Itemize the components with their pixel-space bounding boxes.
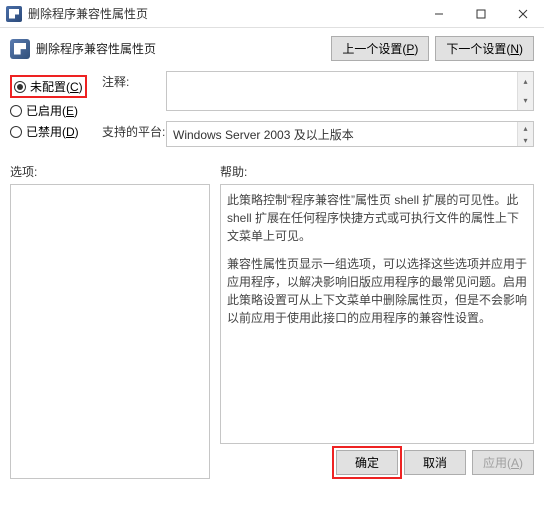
apply-button[interactable]: 应用(A) [472,450,534,475]
app-icon [6,6,22,22]
comment-input[interactable]: ▴ ▾ [166,71,534,111]
policy-icon [10,39,30,59]
titlebar: 删除程序兼容性属性页 [0,0,544,28]
comment-label: 注释: [102,71,166,90]
radio-enabled[interactable]: 已启用(E) [10,102,90,119]
help-label: 帮助: [220,163,534,180]
options-box [10,184,210,479]
close-button[interactable] [502,0,544,27]
scroll-up-icon[interactable]: ▴ [517,122,533,134]
scroll-up-icon[interactable]: ▴ [517,72,533,91]
platform-value: Windows Server 2003 及以上版本 [173,128,354,142]
next-setting-button[interactable]: 下一个设置(N) [435,36,534,61]
options-label: 选项: [10,163,210,180]
help-paragraph: 兼容性属性页显示一组选项，可以选择这些选项并应用于应用程序，以解决影响旧版应用程… [227,255,527,327]
platform-label: 支持的平台: [102,121,166,140]
heading-text: 删除程序兼容性属性页 [36,40,156,57]
radio-indicator [10,126,22,138]
minimize-button[interactable] [418,0,460,27]
window-title: 删除程序兼容性属性页 [28,5,418,22]
radio-not-configured[interactable]: 未配置(C) [10,75,90,98]
radio-indicator [14,81,26,93]
supported-platform-field: Windows Server 2003 及以上版本 ▴ ▾ [166,121,534,147]
help-paragraph: 此策略控制“程序兼容性”属性页 shell 扩展的可见性。此 shell 扩展在… [227,191,527,245]
cancel-button[interactable]: 取消 [404,450,466,475]
radio-disabled[interactable]: 已禁用(D) [10,123,90,140]
help-textarea: 此策略控制“程序兼容性”属性页 shell 扩展的可见性。此 shell 扩展在… [220,184,534,444]
scroll-down-icon[interactable]: ▾ [517,91,533,110]
scroll-down-icon[interactable]: ▾ [517,134,533,146]
maximize-button[interactable] [460,0,502,27]
radio-indicator [10,105,22,117]
ok-button[interactable]: 确定 [336,450,398,475]
previous-setting-button[interactable]: 上一个设置(P) [331,36,429,61]
